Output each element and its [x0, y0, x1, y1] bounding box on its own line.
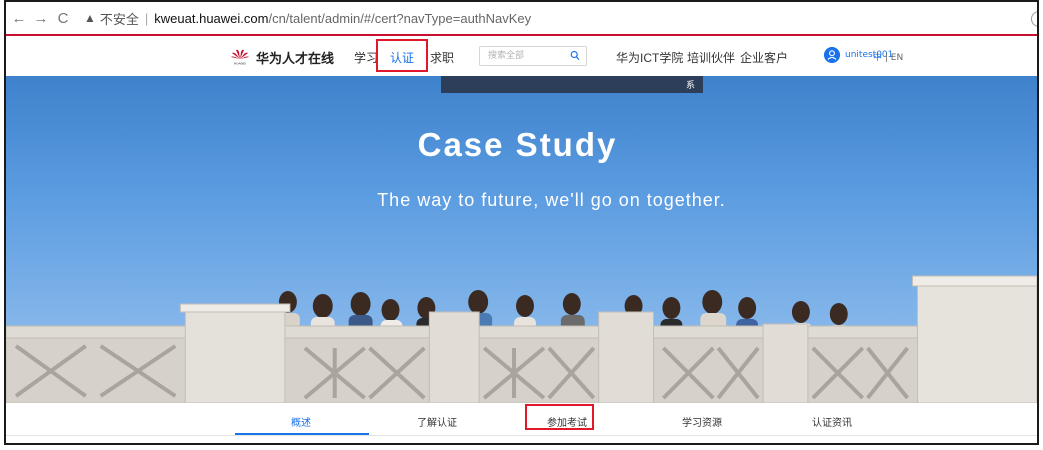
url-path: /cn/talent/admin/#/cert?navType=authNavK…	[268, 10, 532, 26]
nav-ict-academy[interactable]: 华为ICT学院	[616, 49, 683, 66]
highlight-box-take-exam	[525, 404, 594, 430]
back-icon[interactable]: ←	[8, 10, 30, 27]
url-field[interactable]: kweuat.huawei.com/cn/talent/admin/#/cert…	[154, 11, 531, 26]
url-host: kweuat.huawei.com	[154, 10, 269, 26]
search-input[interactable]: 搜索全部	[479, 46, 587, 66]
tab-overview[interactable]: 概述	[291, 414, 311, 429]
reload-icon[interactable]: C	[52, 10, 74, 27]
warning-icon: ▲	[84, 11, 96, 25]
security-warning[interactable]: 不安全	[100, 9, 139, 28]
tab-learning-resources[interactable]: 学习资源	[682, 414, 722, 429]
hero-title: Case Study	[417, 126, 618, 163]
nav-enterprise[interactable]: 企业客户	[740, 49, 788, 66]
lang-en[interactable]: EN	[891, 53, 903, 63]
search-icon[interactable]	[570, 50, 580, 62]
tab-cert-news[interactable]: 认证资讯	[812, 414, 852, 429]
site-brand[interactable]: 华为人才在线	[256, 48, 334, 67]
nav-training-partners[interactable]: 培训伙伴	[687, 49, 735, 66]
browser-window: ← → C ▲ 不安全 | kweuat.huawei.com/cn/talen…	[4, 0, 1039, 445]
browser-menu-icon[interactable]	[1031, 11, 1037, 27]
logo-wordmark: HUAWEI	[234, 62, 246, 66]
nav-jobs[interactable]: 求职	[430, 49, 454, 66]
tab-bar-divider	[6, 435, 1037, 436]
huawei-logo[interactable]: HUAWEI	[230, 46, 250, 66]
user-avatar-icon[interactable]	[824, 47, 840, 63]
address-separator: |	[144, 10, 149, 26]
lang-zh[interactable]: 中	[873, 53, 882, 63]
address-bar: ← → C ▲ 不安全 | kweuat.huawei.com/cn/talen…	[6, 2, 1037, 36]
highlight-box-nav-certification	[376, 39, 428, 72]
cert-tab-bar: 概述 了解认证 参加考试 学习资源 认证资讯	[6, 403, 1037, 436]
search-placeholder: 搜索全部	[488, 51, 525, 61]
hero-banner: 系 Case Study The way to future, we'll go…	[6, 76, 1037, 403]
tab-learn-certification[interactable]: 了解认证	[417, 414, 457, 429]
site-header: HUAWEI 华为人才在线 学习 认证 求职 搜索全部 华为ICT学院 培训伙伴…	[6, 37, 1037, 75]
forward-icon[interactable]: →	[30, 10, 52, 27]
hero-subtitle: The way to future, we'll go on together.	[377, 190, 726, 210]
language-switch[interactable]: 中 | EN	[873, 50, 903, 63]
nav-learn[interactable]: 学习	[354, 49, 378, 66]
